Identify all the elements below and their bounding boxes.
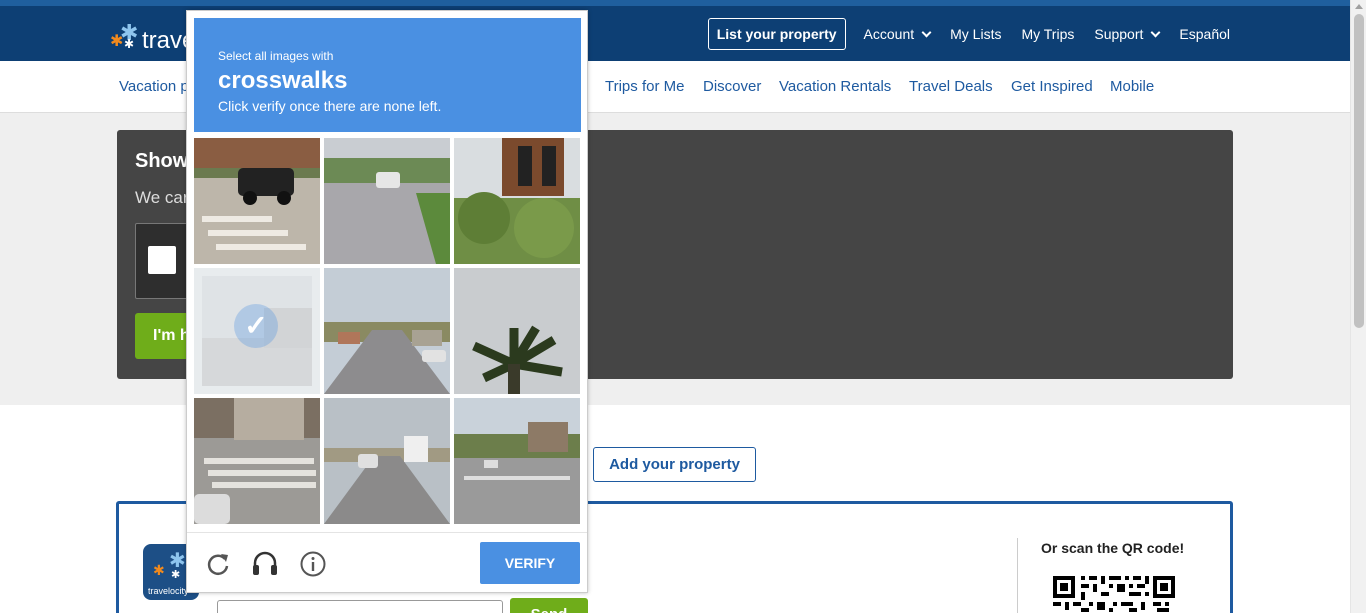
account-menu[interactable]: Account <box>863 26 932 42</box>
nav-travel-deals[interactable]: Travel Deals <box>909 78 993 95</box>
chevron-down-icon <box>1150 27 1161 37</box>
captcha-challenge: Select all images with crosswalks Click … <box>186 10 588 593</box>
nav-trips-for-me[interactable]: Trips for Me <box>605 78 684 95</box>
info-icon[interactable] <box>299 550 327 578</box>
captcha-tile-3[interactable] <box>454 138 580 264</box>
captcha-instruction-small: Select all images with <box>218 49 334 63</box>
logo-star-icon: ✱ ✱ ✱ <box>110 20 139 51</box>
app-icon-text: travelocity <box>148 586 189 596</box>
my-lists-label: My Lists <box>950 26 1002 42</box>
road-with-van-image <box>324 138 450 264</box>
phone-number-input[interactable] <box>217 600 503 613</box>
qr-code-image <box>1051 574 1177 613</box>
send-button[interactable]: Send <box>510 598 588 613</box>
nav-discover[interactable]: Discover <box>703 78 761 95</box>
recaptcha-checkbox[interactable] <box>148 246 176 274</box>
top-nav: List your property Account My Lists My T… <box>707 18 1230 50</box>
captcha-footer: VERIFY <box>187 532 587 592</box>
audio-icon[interactable] <box>251 550 279 578</box>
panel-title: Show <box>135 150 189 172</box>
support-label: Support <box>1094 26 1144 42</box>
captcha-tile-2[interactable] <box>324 138 450 264</box>
account-label: Account <box>863 26 915 42</box>
scroll-up-arrow-icon[interactable] <box>1355 4 1363 9</box>
traffic-light-trees-image <box>454 138 580 264</box>
page: ✱ ✱ ✱ trave List your property Account My … <box>0 0 1366 613</box>
nav-vacation-rentals[interactable]: Vacation Rentals <box>779 78 891 95</box>
support-menu[interactable]: Support <box>1094 26 1161 42</box>
scrollbar-thumb[interactable] <box>1354 14 1364 328</box>
captcha-tile-4[interactable]: ✓ <box>194 268 320 394</box>
captcha-tile-5[interactable] <box>324 268 450 394</box>
palm-tree-image <box>454 268 580 394</box>
check-icon: ✓ <box>244 310 268 341</box>
captcha-tile-8[interactable] <box>324 398 450 524</box>
road-palms-image <box>324 268 450 394</box>
panel-text: We car <box>135 188 189 207</box>
add-your-property-button[interactable]: Add your property <box>593 447 756 482</box>
page-scrollbar[interactable] <box>1350 0 1366 613</box>
truck-on-road-image <box>324 398 450 524</box>
car-on-crosswalk-image <box>194 138 320 264</box>
my-lists-link[interactable]: My Lists <box>950 26 1001 42</box>
crosswalk-corner-image <box>194 398 320 524</box>
nav-get-inspired[interactable]: Get Inspired <box>1011 78 1093 95</box>
espanol-link[interactable]: Español <box>1179 26 1230 42</box>
nav-vacation-packages[interactable]: Vacation p <box>119 78 189 95</box>
qr-label: Or scan the QR code! <box>1041 540 1185 556</box>
captcha-tile-1[interactable] <box>194 138 320 264</box>
chevron-down-icon <box>921 27 932 37</box>
captcha-tile-6[interactable] <box>454 268 580 394</box>
espanol-label: Español <box>1179 26 1230 42</box>
nav-mobile[interactable]: Mobile <box>1110 78 1154 95</box>
my-trips-label: My Trips <box>1021 26 1075 42</box>
captcha-header: Select all images with crosswalks Click … <box>194 18 581 132</box>
reload-icon[interactable] <box>204 550 232 578</box>
my-trips-link[interactable]: My Trips <box>1021 26 1074 42</box>
captcha-instruction-sub: Click verify once there are none left. <box>218 98 442 114</box>
verify-button[interactable]: VERIFY <box>480 542 580 584</box>
list-your-property-button[interactable]: List your property <box>707 18 846 50</box>
divider <box>1017 538 1018 613</box>
captcha-tile-9[interactable] <box>454 398 580 524</box>
travelocity-logo[interactable]: ✱ ✱ ✱ trave <box>110 20 195 56</box>
captcha-tile-7[interactable] <box>194 398 320 524</box>
captcha-target: crosswalks <box>218 67 348 94</box>
intersection-image <box>454 398 580 524</box>
